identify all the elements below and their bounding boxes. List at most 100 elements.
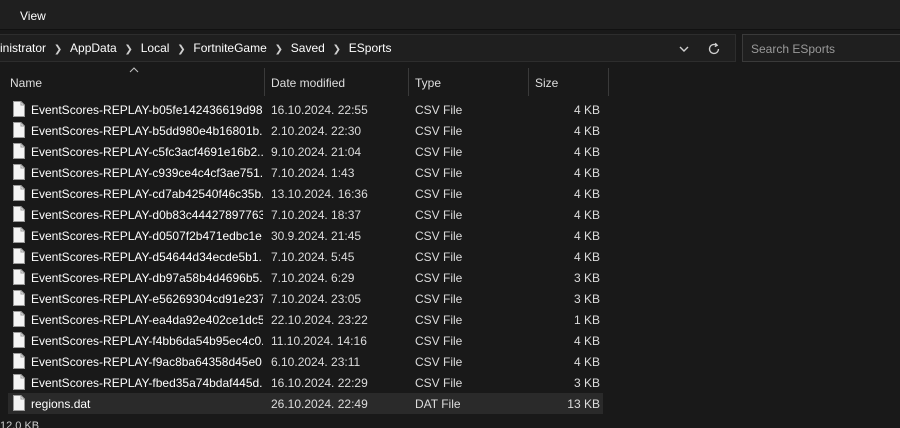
file-row[interactable]: EventScores-REPLAY-db97a58b4d4696b5... 7.… [8,267,603,288]
column-divider[interactable] [408,68,409,96]
file-date-modified: 11.10.2024. 14:16 [271,334,367,348]
document-icon [13,269,25,285]
file-name: EventScores-REPLAY-b05fe142436619d98... [31,103,263,117]
file-row[interactable]: EventScores-REPLAY-f4bb6da54b95ec4c0... 1… [8,330,603,351]
search-box[interactable]: Search ESports [742,34,900,62]
file-date-modified: 7.10.2024. 1:43 [271,166,355,180]
file-size: 4 KB [573,250,600,264]
breadcrumb-item[interactable]: Local [141,41,170,55]
document-icon [13,101,25,117]
file-size: 4 KB [573,145,600,159]
file-name: EventScores-REPLAY-d54644d34ecde5b1... [31,250,263,264]
file-type: CSV File [415,166,463,180]
breadcrumb-item[interactable]: FortniteGame [193,41,266,55]
column-header-name[interactable]: Name [10,76,42,90]
file-date-modified: 13.10.2024. 16:36 [271,187,368,201]
breadcrumb-separator-icon[interactable]: ❯ [330,44,344,55]
breadcrumb-item[interactable]: ESports [349,41,392,55]
status-selection-size: 12,0 KB [0,420,40,428]
document-icon [13,332,25,348]
column-divider[interactable] [608,68,609,96]
file-name: EventScores-REPLAY-c5fc3acf4691e16b2... [31,145,263,159]
file-size: 4 KB [573,208,600,222]
file-row[interactable]: EventScores-REPLAY-c939ce4c4cf3ae751... 7… [8,162,603,183]
file-type: CSV File [415,229,463,243]
file-row[interactable]: regions.dat 26.10.2024. 22:49 DAT File 13 K… [8,393,603,414]
file-row[interactable]: EventScores-REPLAY-e56269304cd91e237... 7… [8,288,603,309]
search-input[interactable]: Search ESports [751,42,835,56]
chevron-down-icon[interactable] [676,41,692,57]
column-divider[interactable] [528,68,529,96]
breadcrumb-separator-icon[interactable]: ❯ [122,44,136,55]
file-row[interactable]: EventScores-REPLAY-d0b83c44427897763... 7… [8,204,603,225]
breadcrumb-separator-icon[interactable]: ❯ [272,44,286,55]
breadcrumb-separator-icon[interactable]: ❯ [51,44,65,55]
document-icon [13,185,25,201]
file-row[interactable]: EventScores-REPLAY-ea4da92e402ce1dc5... 2… [8,309,603,330]
file-size: 13 KB [567,397,600,411]
column-header-date[interactable]: Date modified [271,76,345,90]
file-type: CSV File [415,145,463,159]
file-row[interactable]: EventScores-REPLAY-b5dd980e4b16801b... 2.… [8,120,603,141]
file-name: EventScores-REPLAY-c939ce4c4cf3ae751... [31,166,263,180]
file-name: EventScores-REPLAY-e56269304cd91e237... [31,292,263,306]
file-type: CSV File [415,187,463,201]
sort-ascending-icon [129,67,139,73]
file-name: EventScores-REPLAY-cd7ab42540f46c35b... [31,187,263,201]
file-size: 4 KB [573,124,600,138]
file-row[interactable]: EventScores-REPLAY-fbed35a74bdaf445d... 1… [8,372,603,393]
file-size: 4 KB [573,103,600,117]
file-date-modified: 9.10.2024. 21:04 [271,145,362,159]
refresh-icon[interactable] [706,41,722,57]
file-type: CSV File [415,208,463,222]
document-icon [13,248,25,264]
file-date-modified: 22.10.2024. 23:22 [271,313,368,327]
column-header-row: Name Date modified Type Size [0,67,900,96]
file-date-modified: 26.10.2024. 22:49 [271,397,368,411]
file-date-modified: 7.10.2024. 5:45 [271,250,355,264]
breadcrumb-item[interactable]: Saved [291,41,325,55]
column-header-size[interactable]: Size [535,76,558,90]
document-icon [13,164,25,180]
file-size: 3 KB [573,292,600,306]
file-size: 4 KB [573,187,600,201]
file-type: CSV File [415,124,463,138]
breadcrumb-item[interactable]: inistrator [0,41,46,55]
file-date-modified: 16.10.2024. 22:29 [271,376,368,390]
file-type: CSV File [415,250,463,264]
file-type: CSV File [415,103,463,117]
file-name: EventScores-REPLAY-d0b83c44427897763... [31,208,263,222]
column-header-type[interactable]: Type [415,76,441,90]
status-bar: 12,0 KB [0,418,900,428]
file-size: 4 KB [573,355,600,369]
file-type: CSV File [415,376,463,390]
file-row[interactable]: EventScores-REPLAY-d54644d34ecde5b1... 7.… [8,246,603,267]
file-name: EventScores-REPLAY-d0507f2b471edbc1e... [31,229,263,243]
file-size: 4 KB [573,334,600,348]
file-name: EventScores-REPLAY-b5dd980e4b16801b... [31,124,263,138]
breadcrumb-separator-icon[interactable]: ❯ [174,44,188,55]
file-date-modified: 16.10.2024. 22:55 [271,103,368,117]
file-name: regions.dat [31,397,91,411]
document-icon [13,206,25,222]
column-divider[interactable] [264,68,265,96]
file-date-modified: 2.10.2024. 22:30 [271,124,362,138]
file-row[interactable]: EventScores-REPLAY-f9ac8ba64358d45e0... 6… [8,351,603,372]
document-icon [13,143,25,159]
file-row[interactable]: EventScores-REPLAY-d0507f2b471edbc1e... 3… [8,225,603,246]
file-size: 1 KB [573,313,600,327]
file-type: CSV File [415,313,463,327]
file-row[interactable]: EventScores-REPLAY-cd7ab42540f46c35b... 1… [8,183,603,204]
document-icon [13,290,25,306]
address-bar[interactable]: inistrator ❯ AppData ❯ Local ❯ FortniteGame ❯ Sa… [0,34,736,62]
breadcrumb: inistrator ❯ AppData ❯ Local ❯ FortniteGame ❯ Sa… [0,41,391,55]
file-name: EventScores-REPLAY-fbed35a74bdaf445d... [31,376,263,390]
menu-item-view[interactable]: View [20,9,46,23]
document-icon [13,395,25,411]
file-row[interactable]: EventScores-REPLAY-c5fc3acf4691e16b2... 9… [8,141,603,162]
document-icon [13,227,25,243]
file-row[interactable]: EventScores-REPLAY-b05fe142436619d98... 1… [8,99,603,120]
file-size: 3 KB [573,376,600,390]
breadcrumb-item[interactable]: AppData [70,41,117,55]
file-type: CSV File [415,271,463,285]
